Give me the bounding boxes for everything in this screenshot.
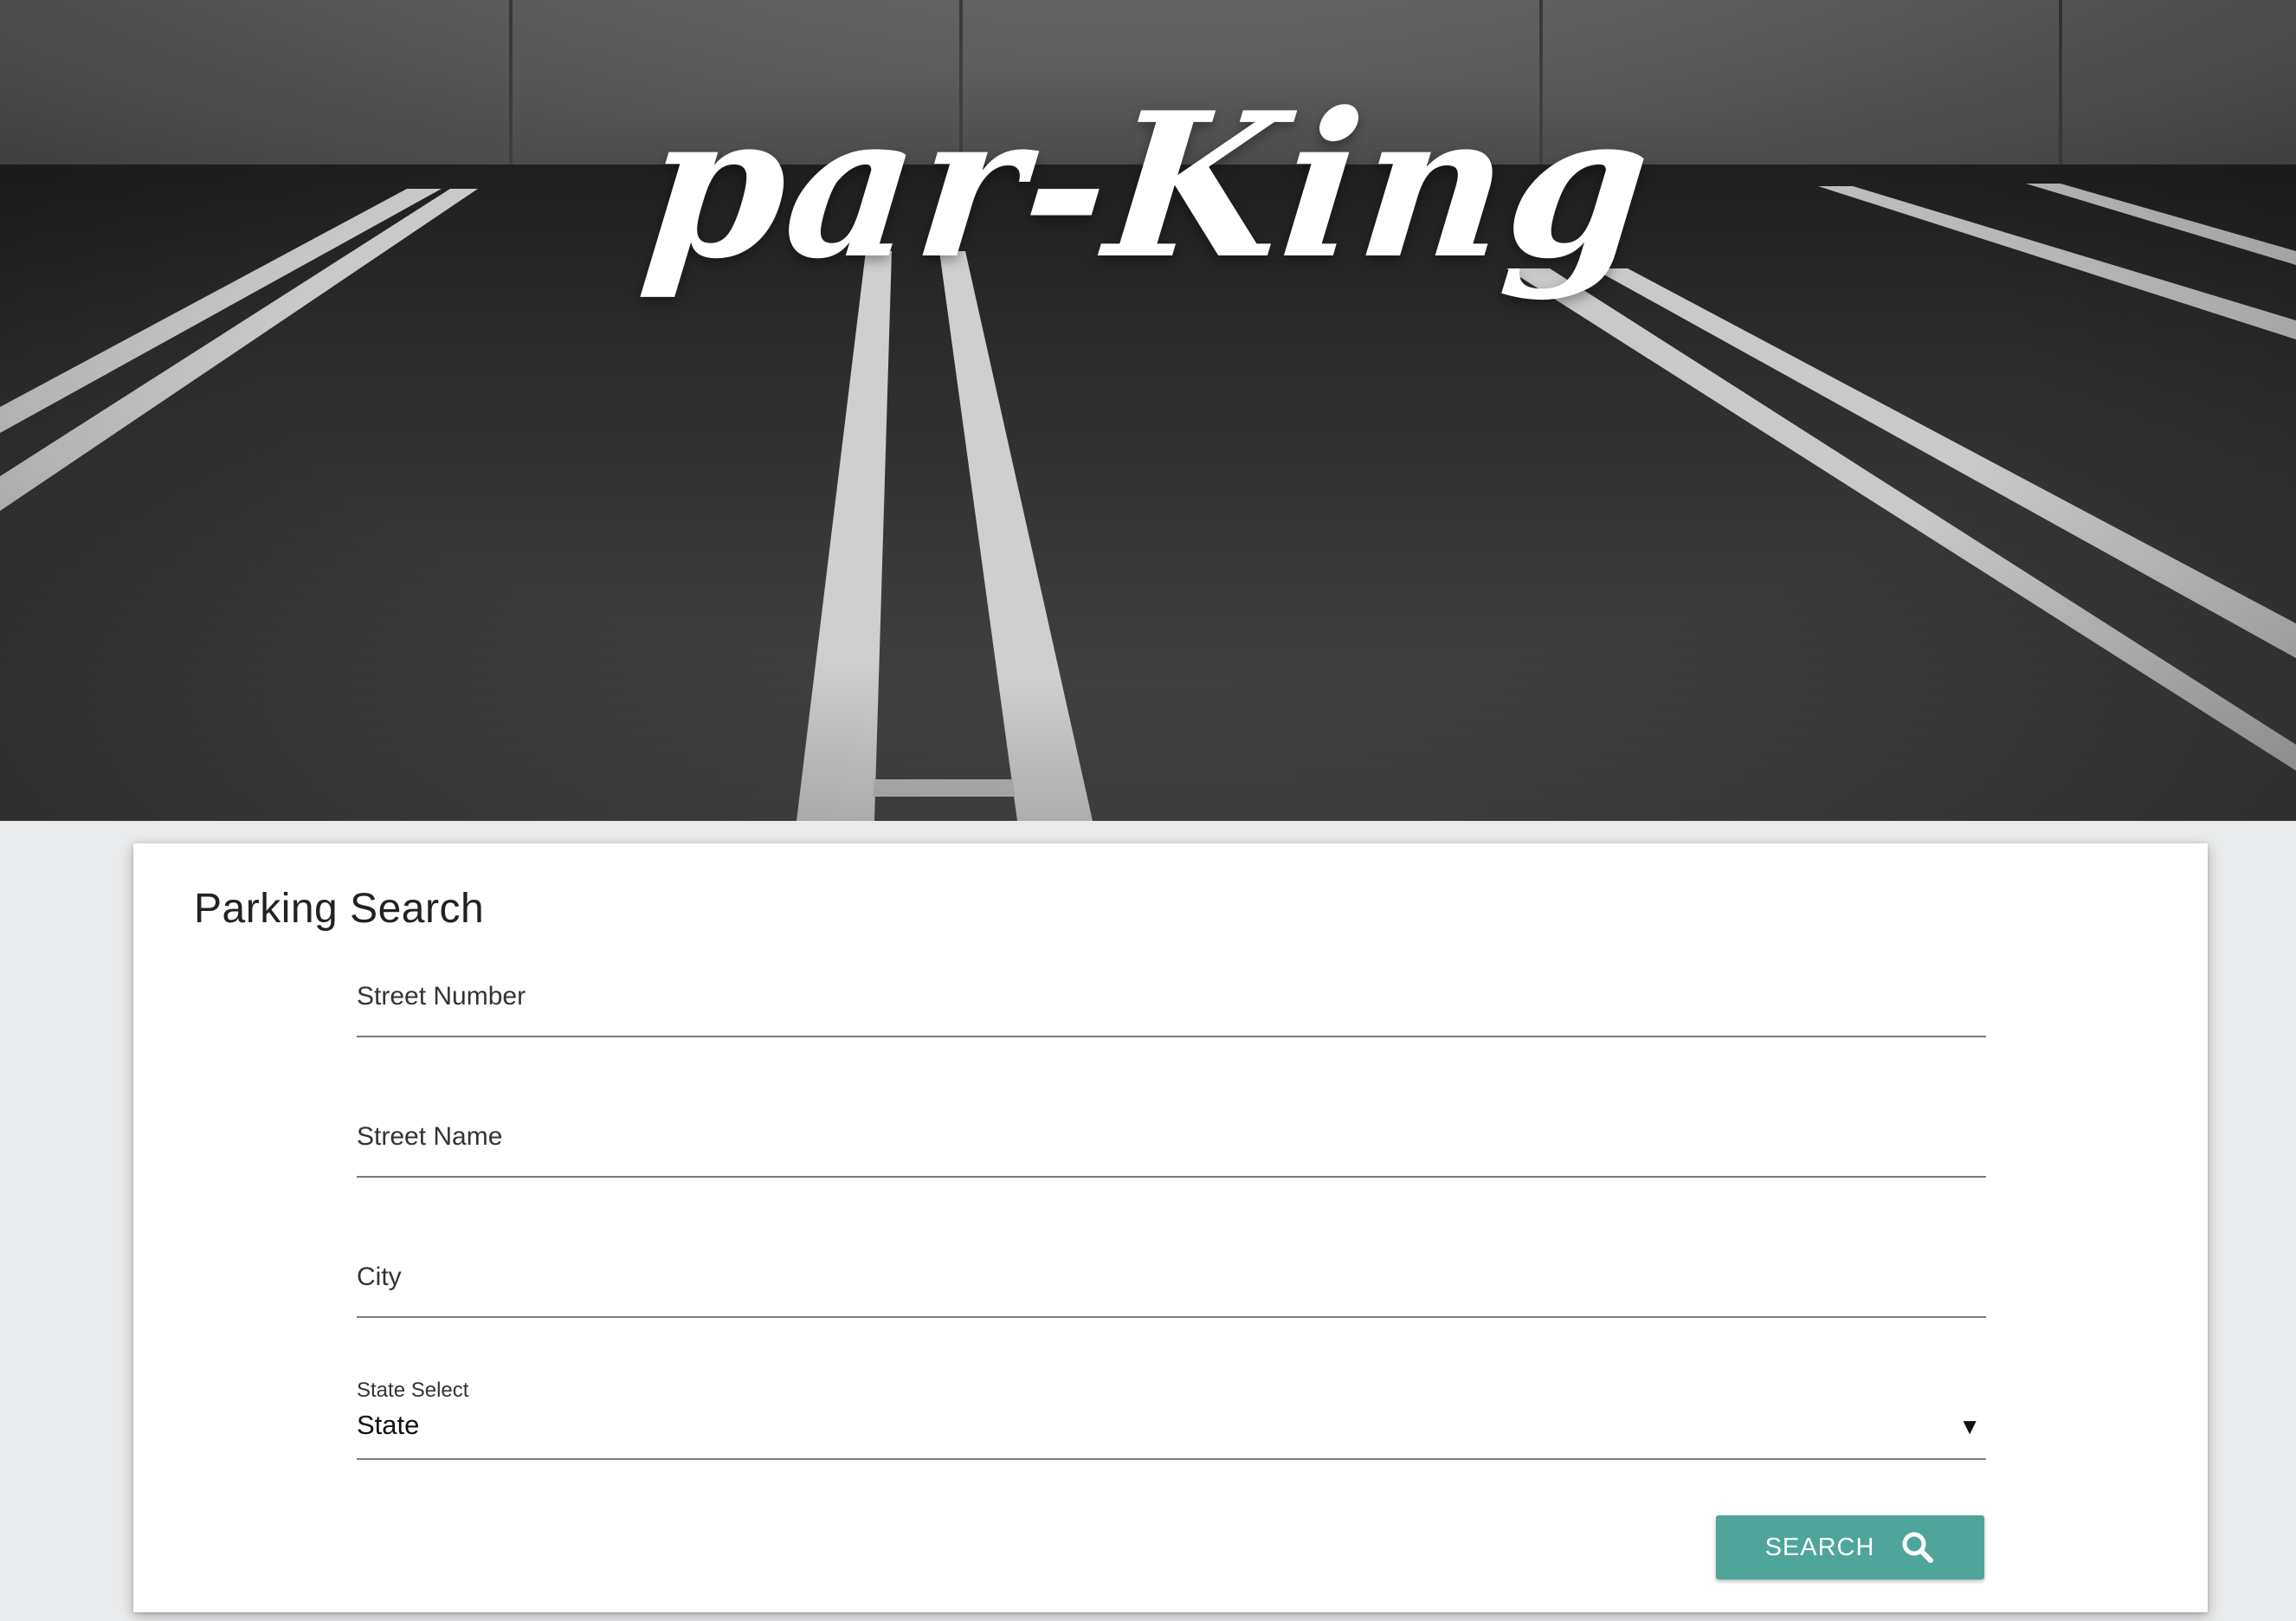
city-field[interactable]: City	[357, 1211, 1990, 1318]
street-name-input[interactable]	[357, 1120, 1990, 1174]
app-logo: par-King	[634, 69, 1662, 303]
card-title: Parking Search	[194, 886, 485, 932]
state-select-value[interactable]: State	[357, 1410, 419, 1441]
parking-search-card: Parking Search Street Number Street Name…	[133, 843, 2208, 1612]
search-button-label: SEARCH	[1764, 1533, 1875, 1561]
street-number-input[interactable]	[357, 980, 1990, 1034]
state-select[interactable]: State Select State ▼	[357, 1379, 1986, 1460]
search-button[interactable]: SEARCH	[1716, 1515, 1984, 1579]
search-icon	[1900, 1530, 1935, 1565]
city-input[interactable]	[357, 1261, 1990, 1314]
hero-banner: par-King	[0, 0, 2296, 821]
street-name-field[interactable]: Street Name	[357, 1070, 1990, 1178]
state-select-label: State Select	[357, 1379, 469, 1402]
dropdown-arrow-icon[interactable]: ▼	[1958, 1413, 1981, 1440]
page: par-King Parking Search Street Number St…	[0, 0, 2296, 1621]
street-number-field[interactable]: Street Number	[357, 930, 1990, 1037]
